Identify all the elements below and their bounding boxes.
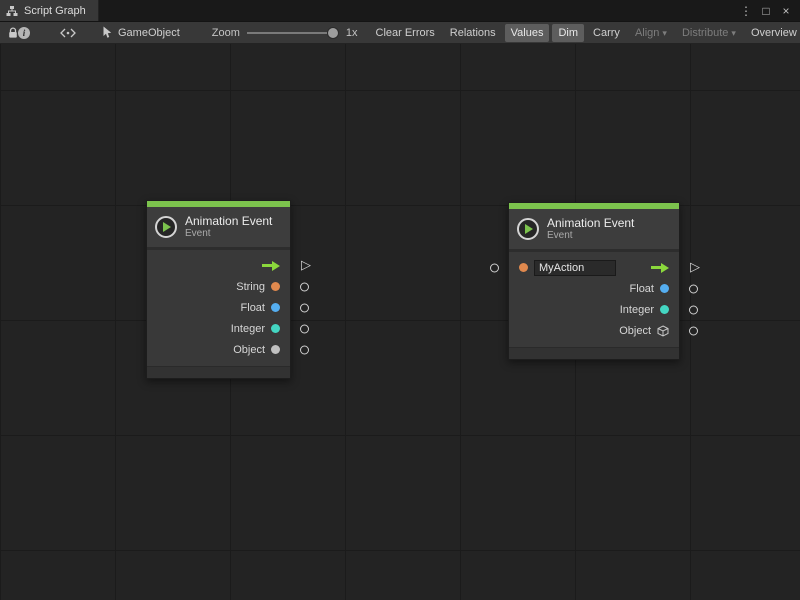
graph-toolbar: i GameObject Zoom 1x Clear Errors — [0, 22, 800, 44]
float-output-port[interactable] — [300, 303, 309, 312]
lock-icon[interactable] — [8, 24, 18, 42]
graph-canvas[interactable]: Animation Event Event ▷ String Float — [0, 44, 800, 600]
port-label: Object — [233, 344, 265, 356]
integer-type-dot — [271, 324, 280, 333]
float-type-dot — [660, 284, 669, 293]
flow-arrow-icon — [651, 263, 669, 273]
overview-button[interactable]: Overview — [745, 24, 800, 42]
relations-button[interactable]: Relations — [444, 24, 502, 42]
clear-errors-button[interactable]: Clear Errors — [370, 24, 441, 42]
maximize-icon[interactable]: □ — [758, 3, 774, 19]
node-title: Animation Event — [547, 216, 634, 230]
zoom-slider-track — [247, 32, 339, 34]
close-icon[interactable]: × — [778, 3, 794, 19]
output-row-float: Float — [509, 278, 679, 299]
zoom-label: Zoom — [212, 27, 240, 39]
output-row-integer: Integer — [509, 299, 679, 320]
zoom-value: 1x — [346, 27, 358, 39]
node-title: Animation Event — [185, 214, 272, 228]
action-input-row: ▷ — [509, 257, 679, 278]
code-view-icon[interactable] — [60, 24, 76, 42]
action-name-input[interactable] — [534, 260, 616, 276]
integer-output-port[interactable] — [689, 305, 698, 314]
node-header[interactable]: Animation Event Event — [147, 207, 290, 247]
zoom-control: Zoom 1x — [212, 26, 358, 40]
node-animation-event-1[interactable]: Animation Event Event ▷ String Float — [146, 200, 291, 379]
object-output-port[interactable] — [689, 326, 698, 335]
node-animation-event-2[interactable]: Animation Event Event ▷ Float — [508, 202, 680, 360]
script-graph-window: Script Graph ⋮ □ × i — [0, 0, 800, 600]
integer-type-dot — [660, 305, 669, 314]
node-body: ▷ Float Integer Object — [509, 252, 679, 347]
window-controls: ⋮ □ × — [738, 0, 800, 21]
tab-script-graph[interactable]: Script Graph — [0, 0, 99, 21]
chevron-down-icon: ▾ — [731, 28, 736, 38]
node-footer — [147, 366, 290, 378]
float-output-port[interactable] — [689, 284, 698, 293]
tab-bar: Script Graph ⋮ □ × — [0, 0, 800, 22]
chevron-down-icon: ▾ — [662, 28, 667, 38]
node-subtitle: Event — [185, 228, 272, 240]
port-label: Float — [241, 302, 265, 314]
flow-output-port[interactable]: ▷ — [301, 258, 311, 271]
node-header[interactable]: Animation Event Event — [509, 209, 679, 249]
flow-output-row: ▷ — [147, 255, 290, 276]
port-label: Integer — [620, 304, 654, 316]
float-type-dot — [271, 303, 280, 312]
object-output-port[interactable] — [300, 345, 309, 354]
action-input-port[interactable] — [490, 263, 499, 272]
graph-icon — [6, 5, 18, 17]
toolbar-buttons: Clear Errors Relations Values Dim Carry … — [370, 24, 800, 42]
node-subtitle: Event — [547, 230, 634, 242]
string-type-dot — [519, 263, 528, 272]
flow-output-port[interactable]: ▷ — [690, 260, 700, 273]
string-type-dot — [271, 282, 280, 291]
target-object[interactable]: GameObject — [102, 26, 180, 39]
output-row-object: Object — [509, 320, 679, 341]
cursor-icon — [102, 26, 113, 39]
dim-toggle[interactable]: Dim — [552, 24, 584, 42]
target-object-label: GameObject — [118, 27, 180, 39]
cube-icon — [657, 325, 669, 337]
output-row-object: Object — [147, 339, 290, 360]
kebab-menu-icon[interactable]: ⋮ — [738, 3, 754, 19]
distribute-dropdown[interactable]: Distribute▾ — [676, 24, 742, 42]
carry-button[interactable]: Carry — [587, 24, 626, 42]
zoom-slider-knob[interactable] — [327, 27, 339, 39]
string-output-port[interactable] — [300, 282, 309, 291]
integer-output-port[interactable] — [300, 324, 309, 333]
output-row-integer: Integer — [147, 318, 290, 339]
values-toggle[interactable]: Values — [505, 24, 550, 42]
output-row-string: String — [147, 276, 290, 297]
node-body: ▷ String Float Integer — [147, 250, 290, 366]
info-icon[interactable]: i — [18, 24, 30, 42]
port-label: Object — [619, 325, 651, 337]
node-footer — [509, 347, 679, 359]
output-row-float: Float — [147, 297, 290, 318]
flow-arrow-icon — [262, 261, 280, 271]
event-play-icon — [517, 218, 539, 240]
event-play-icon — [155, 216, 177, 238]
zoom-slider[interactable] — [247, 26, 339, 40]
tab-title: Script Graph — [24, 5, 86, 17]
align-dropdown[interactable]: Align▾ — [629, 24, 673, 42]
port-label: Float — [630, 283, 654, 295]
object-type-dot — [271, 345, 280, 354]
port-label: String — [236, 281, 265, 293]
port-label: Integer — [231, 323, 265, 335]
